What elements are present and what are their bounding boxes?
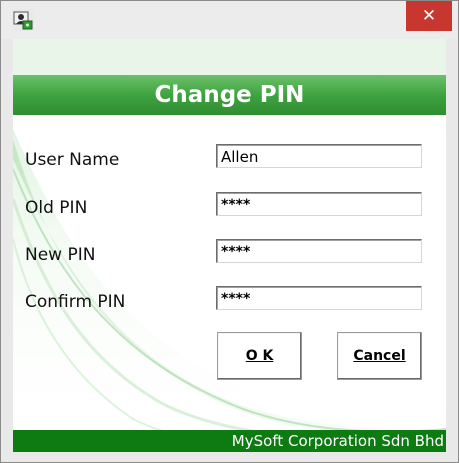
user-name-label: User Name bbox=[25, 150, 120, 170]
close-icon: ✕ bbox=[421, 6, 437, 26]
user-name-field[interactable]: Allen bbox=[216, 144, 422, 168]
company-name: MySoft Corporation Sdn Bhd bbox=[231, 432, 444, 450]
footer-bar: MySoft Corporation Sdn Bhd bbox=[13, 430, 446, 452]
dialog-body: Change PIN User Name Allen Old PIN **** … bbox=[13, 39, 446, 452]
new-pin-field[interactable]: **** bbox=[216, 239, 422, 263]
confirm-pin-label: Confirm PIN bbox=[25, 292, 126, 312]
old-pin-field[interactable]: **** bbox=[216, 192, 422, 216]
old-pin-label: Old PIN bbox=[25, 198, 88, 218]
user-key-icon bbox=[12, 9, 34, 31]
ok-button[interactable]: O K bbox=[217, 332, 302, 380]
page-title: Change PIN bbox=[154, 82, 305, 108]
change-pin-window: ✕ Change PIN User Name Allen Old PIN ***… bbox=[0, 0, 459, 463]
cancel-button-label: Cancel bbox=[353, 348, 406, 364]
cancel-button[interactable]: Cancel bbox=[337, 332, 422, 380]
title-bar[interactable]: ✕ bbox=[1, 1, 458, 39]
close-button[interactable]: ✕ bbox=[406, 1, 452, 31]
ok-button-label: O K bbox=[245, 348, 274, 364]
new-pin-label: New PIN bbox=[25, 245, 96, 265]
confirm-pin-field[interactable]: **** bbox=[216, 286, 422, 310]
header-banner: Change PIN bbox=[13, 75, 446, 115]
